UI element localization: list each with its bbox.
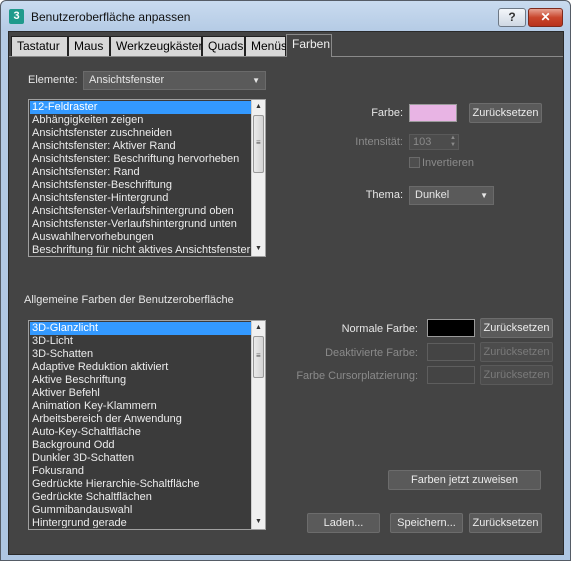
list-item[interactable]: Hintergrund gerade: [30, 517, 251, 528]
ui-colors-scrollbar[interactable]: ▲ ≡ ▼: [251, 321, 265, 529]
list-item[interactable]: 3D-Glanzlicht: [30, 322, 251, 335]
normal-color-swatch[interactable]: [427, 319, 475, 337]
disabled-color-label: Deaktivierte Farbe:: [325, 347, 418, 359]
list-item[interactable]: Adaptive Reduktion aktiviert: [30, 361, 251, 374]
theme-label: Thema:: [365, 189, 403, 201]
intensity-value: 103: [413, 136, 432, 148]
list-item[interactable]: Aktiver Befehl: [30, 387, 251, 400]
cursor-color-swatch: [427, 366, 475, 384]
list-item[interactable]: Ansichtsfenster zuschneiden: [30, 127, 251, 140]
intensity-label: Intensität:: [355, 136, 403, 148]
scroll-up-icon[interactable]: ▲: [252, 100, 265, 114]
cursor-color-reset-button: Zurücksetzen: [480, 365, 553, 385]
farbe-label: Farbe:: [371, 107, 403, 119]
list-item[interactable]: Aktive Beschriftung: [30, 374, 251, 387]
tab-farben[interactable]: Farben: [286, 34, 332, 57]
list-item[interactable]: Animation Key-Klammern: [30, 400, 251, 413]
invert-checkbox[interactable]: [409, 157, 420, 168]
tab-quads[interactable]: Quads: [202, 36, 245, 56]
elements-list: 12-Feldraster Abhängigkeiten zeigen Ansich…: [30, 101, 251, 255]
elements-label: Elemente:: [28, 74, 78, 86]
scroll-up-icon[interactable]: ▲: [252, 321, 265, 335]
close-button[interactable]: ✕: [528, 8, 563, 27]
load-button[interactable]: Laden...: [307, 513, 380, 533]
list-item[interactable]: Gedrückte Schaltflächen: [30, 491, 251, 504]
grip-icon: ≡: [256, 351, 261, 360]
list-item[interactable]: Ansichtsfenster-Beschriftung: [30, 179, 251, 192]
chevron-down-icon: ▼: [252, 76, 260, 85]
list-item[interactable]: Beschriftung für nicht aktives Ansichtsf…: [30, 244, 251, 255]
tab-menues[interactable]: Menüs: [245, 36, 287, 56]
theme-dropdown[interactable]: Dunkel ▼: [409, 186, 494, 205]
list-item[interactable]: Dunkler 3D-Schatten: [30, 452, 251, 465]
list-item[interactable]: 12-Feldraster: [30, 101, 251, 114]
disabled-color-swatch: [427, 343, 475, 361]
list-item[interactable]: Ansichtsfenster: Aktiver Rand: [30, 140, 251, 153]
list-item[interactable]: Ansichtsfenster-Verlaufshintergrund oben: [30, 205, 251, 218]
reset-button[interactable]: Zurücksetzen: [469, 513, 542, 533]
save-button[interactable]: Speichern...: [390, 513, 463, 533]
disabled-color-reset-button: Zurücksetzen: [480, 342, 553, 362]
theme-dropdown-value: Dunkel: [415, 189, 450, 201]
intensity-spinner[interactable]: 103 ▲ ▼: [409, 134, 459, 150]
ui-colors-listbox[interactable]: 3D-Glanzlicht 3D-Licht 3D-Schatten Adaptive…: [28, 320, 266, 530]
list-item[interactable]: Ansichtsfenster-Hintergrund: [30, 192, 251, 205]
list-item[interactable]: Fokusrand: [30, 465, 251, 478]
dialog-client-area: Tastatur Maus Werkzeugkästen Quads Menüs…: [8, 31, 564, 555]
list-item[interactable]: Gedrückte Hierarchie-Schaltfläche: [30, 478, 251, 491]
list-item[interactable]: 3D-Schatten: [30, 348, 251, 361]
tab-maus[interactable]: Maus: [68, 36, 110, 56]
list-item[interactable]: Abhängigkeiten zeigen: [30, 114, 251, 127]
list-item[interactable]: Ansichtsfenster-Verlaufshintergrund unte…: [30, 218, 251, 231]
elements-dropdown-value: Ansichtsfenster: [89, 74, 165, 86]
chevron-down-icon: ▼: [480, 191, 488, 200]
list-item[interactable]: Auto-Key-Schaltfläche: [30, 426, 251, 439]
customize-ui-window: 3 Benutzeroberfläche anpassen ? ✕ Tastat…: [0, 0, 571, 561]
scroll-down-icon[interactable]: ▼: [252, 242, 265, 256]
title-bar[interactable]: 3 Benutzeroberfläche anpassen ? ✕: [1, 1, 570, 31]
invert-label: Invertieren: [422, 157, 474, 169]
list-item[interactable]: 3D-Licht: [30, 335, 251, 348]
scroll-down-icon[interactable]: ▼: [252, 515, 265, 529]
spinner-arrows-icon: ▲ ▼: [450, 135, 456, 148]
tab-tastatur[interactable]: Tastatur: [11, 36, 68, 56]
app-icon: 3: [9, 9, 24, 24]
ui-colors-list: 3D-Glanzlicht 3D-Licht 3D-Schatten Adaptive…: [30, 322, 251, 528]
list-item[interactable]: Gummibandauswahl: [30, 504, 251, 517]
window-title: Benutzeroberfläche anpassen: [31, 10, 191, 24]
list-item[interactable]: Arbeitsbereich der Anwendung: [30, 413, 251, 426]
elements-scrollbar[interactable]: ▲ ≡ ▼: [251, 100, 265, 256]
grip-icon: ≡: [256, 138, 261, 147]
cursor-color-label: Farbe Cursorplatzierung:: [296, 370, 418, 382]
list-item[interactable]: Ansichtsfenster: Rand: [30, 166, 251, 179]
normal-color-label: Normale Farbe:: [341, 323, 418, 335]
farbe-swatch[interactable]: [409, 104, 457, 122]
elements-dropdown[interactable]: Ansichtsfenster ▼: [83, 71, 266, 90]
elements-listbox[interactable]: 12-Feldraster Abhängigkeiten zeigen Ansich…: [28, 99, 266, 257]
list-item[interactable]: Auswahlhervorhebungen: [30, 231, 251, 244]
normal-color-reset-button[interactable]: Zurücksetzen: [480, 318, 553, 338]
apply-colors-button[interactable]: Farben jetzt zuweisen: [388, 470, 541, 490]
scroll-thumb[interactable]: ≡: [253, 115, 264, 173]
ui-colors-label: Allgemeine Farben der Benutzeroberfläche: [24, 294, 234, 306]
farbe-reset-button[interactable]: Zurücksetzen: [469, 103, 542, 123]
list-item[interactable]: Background Odd: [30, 439, 251, 452]
list-item[interactable]: Ansichtsfenster: Beschriftung hervorhebe…: [30, 153, 251, 166]
tab-werkzeugkaesten[interactable]: Werkzeugkästen: [110, 36, 205, 56]
help-button[interactable]: ?: [498, 8, 526, 27]
